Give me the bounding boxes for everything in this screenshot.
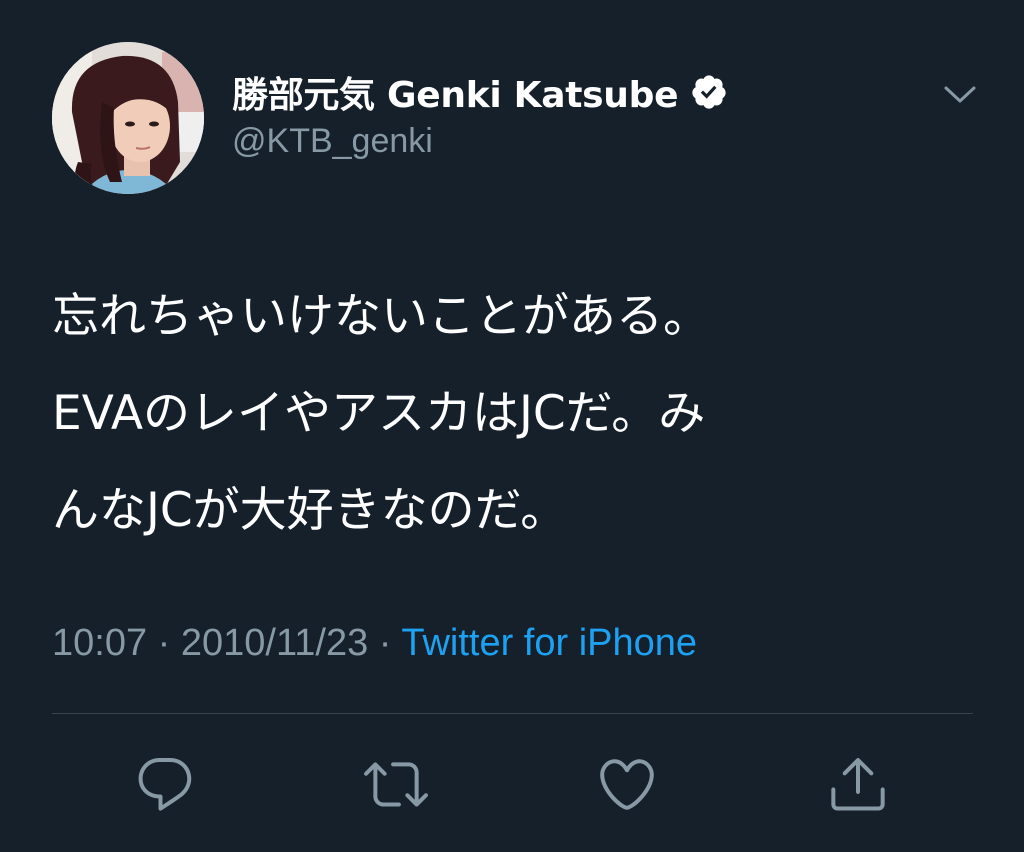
display-name-row: 勝部元気 Genki Katsube bbox=[232, 66, 728, 118]
meta-separator: · bbox=[368, 622, 402, 664]
tweet-date[interactable]: 2010/11/23 bbox=[181, 622, 368, 664]
verified-badge-icon bbox=[690, 73, 728, 111]
tweet-card: 勝部元気 Genki Katsube @KTB_genki 忘れちゃいけないこと… bbox=[0, 0, 1024, 852]
tweet-text-line-2: EVAのレイやアスカはJCだ。み bbox=[52, 386, 706, 441]
retweet-icon bbox=[364, 762, 428, 807]
display-name[interactable]: 勝部元気 Genki Katsube bbox=[232, 66, 678, 118]
avatar[interactable] bbox=[52, 42, 204, 194]
meta-separator: · bbox=[147, 622, 181, 664]
share-icon bbox=[831, 758, 885, 811]
user-handle[interactable]: @KTB_genki bbox=[232, 122, 433, 161]
share-button[interactable] bbox=[820, 746, 896, 822]
like-button[interactable] bbox=[589, 746, 665, 822]
tweet-text-line-1: 忘れちゃいけないことがある。 bbox=[52, 289, 710, 344]
more-options-chevron-down-icon[interactable] bbox=[938, 76, 982, 112]
tweet-text: 忘れちゃいけないことがある。 EVAのレイやアスカはJCだ。み んなJCが大好き… bbox=[52, 268, 982, 559]
reply-button[interactable] bbox=[127, 746, 203, 822]
tweet-source-link[interactable]: Twitter for iPhone bbox=[401, 622, 697, 664]
divider bbox=[52, 713, 973, 714]
action-bar bbox=[0, 746, 1024, 822]
tweet-time[interactable]: 10:07 bbox=[52, 622, 147, 664]
retweet-button[interactable] bbox=[358, 746, 434, 822]
heart-icon bbox=[600, 759, 654, 810]
avatar-photo-icon bbox=[52, 42, 204, 194]
reply-icon bbox=[138, 757, 192, 811]
tweet-text-line-3: んなJCが大好きなのだ。 bbox=[52, 483, 568, 538]
tweet-metadata: 10:07 · 2010/11/23 · Twitter for iPhone bbox=[52, 622, 697, 665]
